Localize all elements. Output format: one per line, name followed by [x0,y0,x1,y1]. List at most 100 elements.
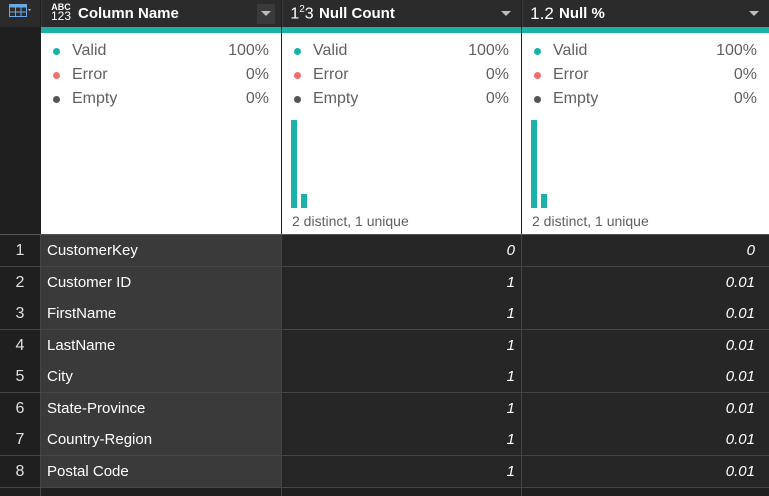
empty-percent: 0% [485,90,509,107]
empty-dot-icon [53,95,60,103]
empty-dot-icon [534,95,541,103]
empty-label: Empty [72,90,118,107]
error-stat: Error 0% [534,65,757,85]
empty-stat: Empty 0% [53,89,269,109]
null-count-cell[interactable]: 1 [282,298,521,329]
error-label: Error [313,66,349,83]
row-number: 7 [0,424,40,455]
null-percent-cell[interactable]: 0.01 [522,330,769,361]
null-count-cell[interactable]: 1 [282,267,521,298]
empty-label: Empty [313,90,359,107]
null-percent-cell[interactable]: 0.01 [522,267,769,298]
column-name-cell[interactable]: LastName [41,330,281,361]
column-divider [40,235,41,496]
distribution-bar[interactable] [541,194,547,208]
row-number: 4 [0,330,40,361]
table-row[interactable]: 8 Postal Code 1 0.01 [0,456,769,487]
empty-dot-icon [294,95,301,103]
distinct-count-label: 2 distinct, 1 unique [532,213,649,229]
chevron-down-icon [749,11,759,16]
query-editor-grid: ABC 123 Column Name 123 Null Count 1.2 Nu… [0,0,769,496]
row-number-header-spacer [0,27,40,234]
null-percent-cell[interactable]: 0.01 [522,393,769,424]
row-number: 3 [0,298,40,329]
decimal-type-icon[interactable]: 1.2 [527,5,557,22]
column-header-column-name[interactable]: ABC 123 Column Name [41,0,281,27]
column-title: Null % [559,5,605,22]
table-row[interactable]: 7 Country-Region 1 0.01 [0,424,769,455]
null-count-cell[interactable]: 1 [282,393,521,424]
column-title: Null Count [319,5,395,22]
distribution-bar[interactable] [531,120,537,208]
null-count-cell[interactable]: 1 [282,330,521,361]
column-profile-null-percent: Valid 100% Error 0% Empty 0% 2 distinct,… [522,33,769,234]
divider [0,487,769,488]
null-count-cell[interactable]: 1 [282,361,521,392]
table-row[interactable]: 4 LastName 1 0.01 [0,330,769,361]
column-name-cell[interactable]: Customer ID [41,267,281,298]
column-name-cell[interactable]: City [41,361,281,392]
filter-dropdown-button[interactable] [257,3,275,24]
row-number: 6 [0,393,40,424]
text-type-icon[interactable]: ABC 123 [46,3,76,24]
table-row[interactable]: 6 State-Province 1 0.01 [0,393,769,424]
whole-number-type-icon[interactable]: 123 [287,4,317,22]
distribution-bar[interactable] [301,194,307,208]
valid-dot-icon [53,47,60,55]
valid-percent: 100% [228,42,269,59]
null-count-cell[interactable]: 0 [282,235,521,266]
error-dot-icon [53,71,60,79]
empty-label: Empty [553,90,599,107]
error-percent: 0% [733,66,757,83]
chevron-down-icon [501,11,511,16]
valid-stat: Valid 100% [534,41,757,61]
column-profile-null-count: Valid 100% Error 0% Empty 0% 2 distinct,… [282,33,521,234]
null-percent-cell[interactable]: 0.01 [522,456,769,487]
table-row[interactable]: 3 FirstName 1 0.01 [0,298,769,329]
valid-label: Valid [313,42,348,59]
column-name-cell[interactable]: FirstName [41,298,281,329]
valid-dot-icon [534,47,541,55]
filter-dropdown-button[interactable] [497,4,515,24]
row-number: 2 [0,267,40,298]
row-number: 5 [0,361,40,392]
valid-label: Valid [553,42,588,59]
table-row[interactable]: 2 Customer ID 1 0.01 [0,267,769,298]
column-header-null-count[interactable]: 123 Null Count [282,0,521,27]
table-menu-button[interactable] [0,0,40,27]
error-dot-icon [294,71,301,79]
filter-dropdown-button[interactable] [745,4,763,24]
valid-label: Valid [72,42,107,59]
null-percent-cell[interactable]: 0 [522,235,769,266]
valid-stat: Valid 100% [294,41,509,61]
error-dot-icon [534,71,541,79]
valid-stat: Valid 100% [53,41,269,61]
column-name-cell[interactable]: Country-Region [41,424,281,455]
error-label: Error [553,66,589,83]
table-icon [9,4,31,23]
null-count-cell[interactable]: 1 [282,424,521,455]
error-label: Error [72,66,108,83]
column-profile-column-name: Valid 100% Error 0% Empty 0% [41,33,281,234]
column-divider [521,235,522,496]
null-percent-cell[interactable]: 0.01 [522,298,769,329]
empty-percent: 0% [733,90,757,107]
empty-percent: 0% [245,90,269,107]
table-row[interactable]: 1 CustomerKey 0 0 [0,235,769,266]
column-name-cell[interactable]: Postal Code [41,456,281,487]
table-row[interactable]: 5 City 1 0.01 [0,361,769,392]
distribution-bar[interactable] [291,120,297,208]
column-name-cell[interactable]: CustomerKey [41,235,281,266]
null-percent-cell[interactable]: 0.01 [522,361,769,392]
column-name-cell[interactable]: State-Province [41,393,281,424]
error-stat: Error 0% [53,65,269,85]
chevron-down-icon [261,11,271,16]
column-header-null-percent[interactable]: 1.2 Null % [522,0,769,27]
row-number: 8 [0,456,40,487]
null-percent-cell[interactable]: 0.01 [522,424,769,455]
null-count-cell[interactable]: 1 [282,456,521,487]
empty-stat: Empty 0% [294,89,509,109]
valid-percent: 100% [716,42,757,59]
error-stat: Error 0% [294,65,509,85]
error-percent: 0% [485,66,509,83]
